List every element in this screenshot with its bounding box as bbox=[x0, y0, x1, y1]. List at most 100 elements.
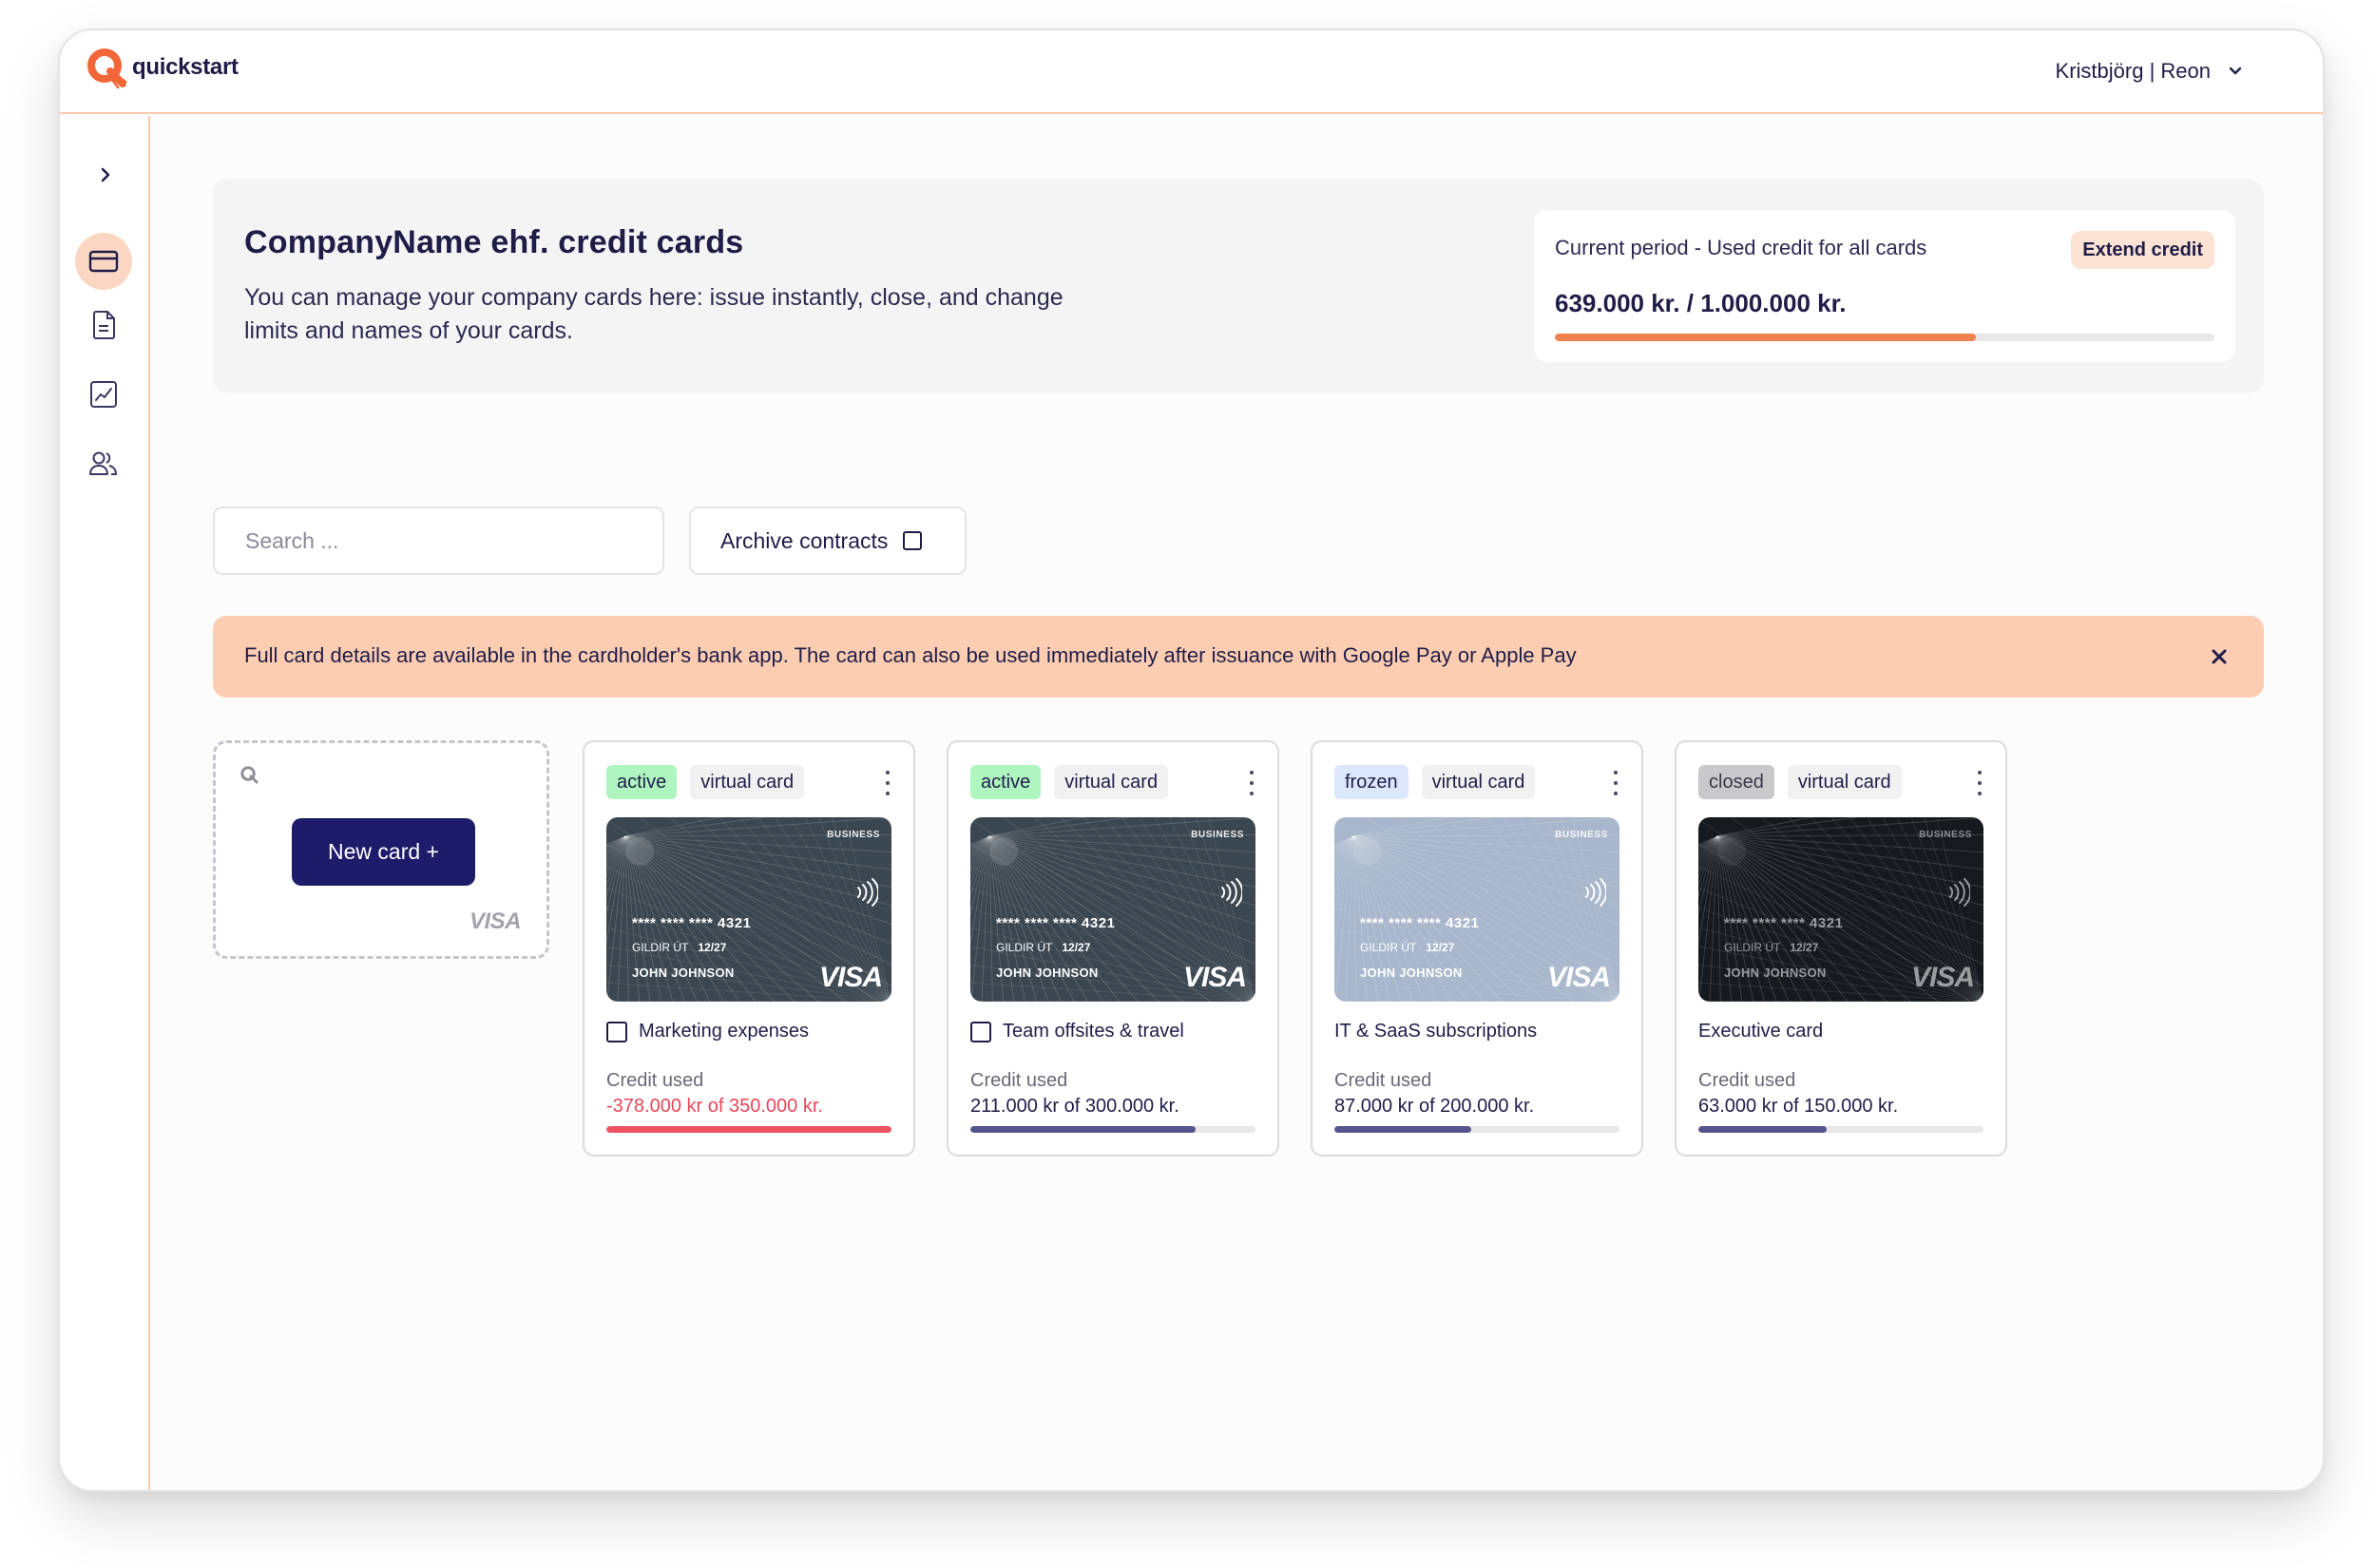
extend-credit-button[interactable]: Extend credit bbox=[2071, 231, 2214, 269]
card-chip bbox=[1353, 837, 1382, 866]
users-icon bbox=[89, 451, 117, 475]
credit-used-fill bbox=[606, 1126, 891, 1133]
sidebar-item-reports[interactable] bbox=[75, 366, 132, 423]
info-banner-close-button[interactable] bbox=[2205, 642, 2233, 671]
card-expiry-value: 12/27 bbox=[1426, 941, 1455, 954]
card-menu-button[interactable] bbox=[1247, 771, 1256, 795]
card-name: Marketing expenses bbox=[639, 1021, 809, 1042]
card-menu-button[interactable] bbox=[1611, 771, 1620, 795]
card-expiry-value: 12/27 bbox=[1790, 941, 1819, 954]
credit-used-fill bbox=[1334, 1126, 1471, 1133]
chart-icon bbox=[90, 381, 117, 408]
sidebar bbox=[60, 116, 150, 1490]
credit-progress-bar bbox=[1555, 334, 2214, 341]
card-holder-name: JOHN JOHNSON bbox=[632, 966, 735, 980]
archive-contracts-label: Archive contracts bbox=[720, 527, 889, 553]
card-name: IT & SaaS subscriptions bbox=[1334, 1021, 1538, 1042]
user-name: Kristbjörg | Reon bbox=[2055, 59, 2211, 83]
sidebar-toggle[interactable] bbox=[94, 163, 117, 186]
card-name: Team offsites & travel bbox=[1003, 1021, 1184, 1042]
credit-used-label: Credit used bbox=[606, 1070, 704, 1091]
card-chip bbox=[989, 837, 1018, 866]
card-type-badge: virtual card bbox=[1421, 765, 1536, 799]
card-expiry: GILDIR ÚT 12/27 bbox=[1360, 941, 1454, 954]
document-icon bbox=[93, 311, 115, 339]
quickstart-logo-icon bbox=[240, 766, 259, 784]
card-select-checkbox[interactable] bbox=[606, 1021, 627, 1042]
card-tile[interactable]: frozen virtual card BUSINESS **** **** *… bbox=[1311, 740, 1643, 1157]
card-business-label: BUSINESS bbox=[827, 830, 880, 840]
card-number: **** **** **** 4321 bbox=[1360, 915, 1480, 931]
card-status-badge: closed bbox=[1698, 765, 1774, 799]
card-tile[interactable]: closed virtual card BUSINESS **** **** *… bbox=[1675, 740, 2007, 1157]
chevron-right-icon bbox=[101, 167, 110, 182]
card-name: Executive card bbox=[1698, 1021, 1824, 1042]
card-menu-button[interactable] bbox=[883, 771, 892, 795]
info-banner: Full card details are available in the c… bbox=[213, 616, 2264, 698]
card-face-image: BUSINESS **** **** **** 4321 GILDIR ÚT 12… bbox=[970, 817, 1255, 1002]
credit-used-value: 63.000 kr of 150.000 kr. bbox=[1698, 1096, 1899, 1117]
card-number: **** **** **** 4321 bbox=[632, 915, 752, 931]
new-card-button[interactable]: New card + bbox=[292, 818, 475, 886]
card-tile[interactable]: active virtual card BUSINESS **** **** *… bbox=[583, 740, 915, 1157]
sidebar-item-cards[interactable] bbox=[75, 233, 132, 290]
credit-summary: Current period - Used credit for all car… bbox=[1534, 210, 2235, 362]
card-expiry: GILDIR ÚT 12/27 bbox=[632, 941, 726, 954]
search-input[interactable] bbox=[213, 507, 664, 575]
card-expiry: GILDIR ÚT 12/27 bbox=[996, 941, 1090, 954]
chevron-down-icon bbox=[2229, 67, 2242, 75]
card-type-badge: virtual card bbox=[1054, 765, 1169, 799]
card-tile[interactable]: active virtual card BUSINESS **** **** *… bbox=[947, 740, 1279, 1157]
card-select-checkbox[interactable] bbox=[970, 1021, 991, 1042]
card-type-badge: virtual card bbox=[690, 765, 805, 799]
card-expiry-value: 12/27 bbox=[1062, 941, 1091, 954]
card-status-badge: active bbox=[606, 765, 678, 799]
credit-summary-label: Current period - Used credit for all car… bbox=[1555, 236, 1927, 259]
archive-contracts-toggle[interactable]: Archive contracts bbox=[689, 507, 967, 575]
card-expiry: GILDIR ÚT 12/27 bbox=[1724, 941, 1818, 954]
card-face-image: BUSINESS **** **** **** 4321 GILDIR ÚT 12… bbox=[1334, 817, 1619, 1002]
card-status-badge: active bbox=[970, 765, 1042, 799]
user-menu[interactable]: Kristbjörg | Reon bbox=[2056, 59, 2243, 84]
top-bar: quickstart Kristbjörg | Reon bbox=[60, 30, 2323, 114]
visa-logo: VISA bbox=[1910, 962, 1975, 993]
card-type-badge: virtual card bbox=[1787, 765, 1902, 799]
card-chip bbox=[1717, 837, 1746, 866]
card-business-label: BUSINESS bbox=[1191, 830, 1244, 840]
card-business-label: BUSINESS bbox=[1919, 830, 1972, 840]
credit-used-value: -378.000 kr of 350.000 kr. bbox=[606, 1096, 823, 1117]
card-name-row: Marketing expenses bbox=[606, 1021, 809, 1042]
contactless-icon bbox=[1949, 878, 1970, 907]
logo[interactable]: quickstart bbox=[85, 46, 239, 89]
credit-progress-fill bbox=[1555, 334, 1977, 341]
card-face-image: BUSINESS **** **** **** 4321 GILDIR ÚT 12… bbox=[606, 817, 891, 1002]
card-chip bbox=[625, 837, 654, 866]
page-title: CompanyName ehf. credit cards bbox=[244, 224, 744, 260]
credit-used-fill bbox=[970, 1126, 1196, 1133]
sidebar-item-users[interactable] bbox=[75, 435, 132, 492]
sidebar-item-documents[interactable] bbox=[75, 296, 132, 354]
contactless-icon bbox=[1221, 878, 1242, 907]
card-name-row: Executive card bbox=[1698, 1021, 1823, 1042]
page-description: You can manage your company cards here: … bbox=[244, 284, 1063, 344]
card-expiry-value: 12/27 bbox=[698, 941, 727, 954]
card-expiry-label: GILDIR ÚT bbox=[632, 941, 689, 954]
archive-contracts-checkbox[interactable] bbox=[903, 531, 923, 550]
quickstart-logo-icon bbox=[87, 48, 127, 89]
app-window: quickstart Kristbjörg | Reon CompanyName… bbox=[58, 29, 2325, 1492]
credit-used-bar bbox=[1334, 1126, 1619, 1133]
card-face-image: BUSINESS **** **** **** 4321 GILDIR ÚT 12… bbox=[1698, 817, 1983, 1002]
visa-logo: VISA bbox=[818, 962, 883, 993]
app-name: quickstart bbox=[132, 54, 239, 80]
card-business-label: BUSINESS bbox=[1555, 830, 1608, 840]
card-holder-name: JOHN JOHNSON bbox=[1724, 966, 1827, 980]
contactless-icon bbox=[1585, 878, 1606, 907]
close-icon bbox=[2212, 649, 2227, 664]
visa-logo: VISA bbox=[1546, 962, 1611, 993]
hero-panel: CompanyName ehf. credit cards You can ma… bbox=[213, 179, 2264, 393]
card-name-row: IT & SaaS subscriptions bbox=[1334, 1021, 1537, 1042]
card-holder-name: JOHN JOHNSON bbox=[996, 966, 1099, 980]
credit-used-bar bbox=[606, 1126, 891, 1133]
card-menu-button[interactable] bbox=[1975, 771, 1984, 795]
credit-card-icon bbox=[88, 250, 119, 273]
